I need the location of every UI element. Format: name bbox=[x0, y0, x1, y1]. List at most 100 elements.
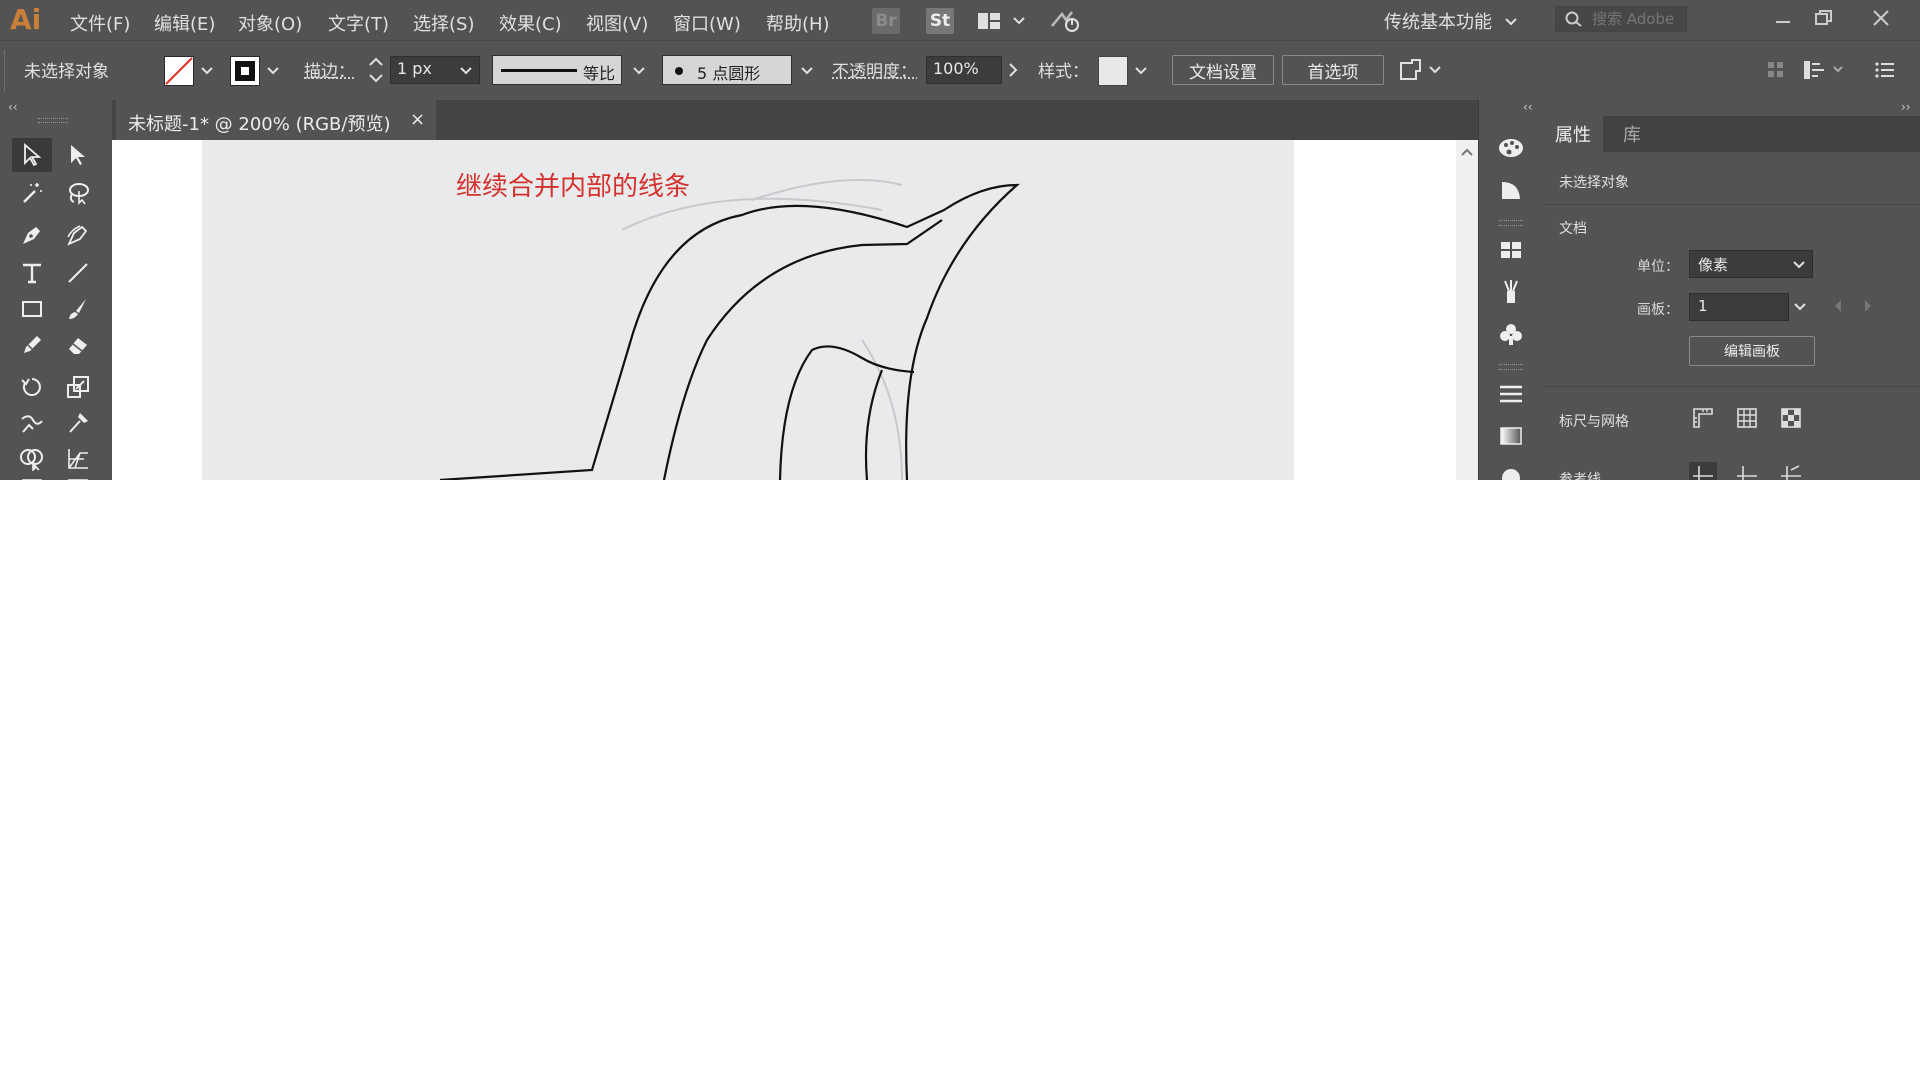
tab-libraries[interactable]: 库 bbox=[1611, 116, 1653, 152]
direct-selection-tool-icon[interactable] bbox=[58, 138, 98, 172]
next-artboard-icon[interactable] bbox=[1861, 298, 1875, 318]
stroke-swatch[interactable] bbox=[230, 56, 260, 86]
chevron-down-icon[interactable] bbox=[200, 63, 214, 82]
artboard-field[interactable]: 1 bbox=[1689, 293, 1789, 321]
stroke-weight-field[interactable]: 1 px bbox=[390, 56, 480, 84]
panel-menu-icon[interactable] bbox=[1874, 60, 1896, 84]
scroll-up-icon[interactable] bbox=[1460, 146, 1474, 158]
document-setup-button[interactable]: 文档设置 bbox=[1172, 55, 1274, 85]
chevron-down-icon[interactable] bbox=[632, 63, 646, 82]
magic-wand-icon[interactable] bbox=[12, 176, 52, 210]
brush-definition[interactable]: 5 点圆形 bbox=[662, 55, 792, 85]
search-box[interactable] bbox=[1555, 6, 1687, 32]
scale-icon[interactable] bbox=[58, 370, 98, 404]
chevron-down-icon bbox=[460, 67, 472, 75]
chevron-right-icon[interactable] bbox=[1006, 61, 1020, 83]
vertical-scrollbar[interactable] bbox=[1456, 140, 1478, 480]
pen-icon[interactable] bbox=[12, 218, 52, 252]
menu-effect[interactable]: 效果(C) bbox=[499, 10, 562, 36]
artboard-canvas[interactable]: 继续合并内部的线条 bbox=[112, 140, 1456, 480]
color-guide-icon[interactable] bbox=[1495, 174, 1527, 206]
document-tab[interactable]: 未标题-1* @ 200% (RGB/预览) × bbox=[116, 100, 436, 140]
panel-grip[interactable] bbox=[38, 118, 68, 123]
opacity-field[interactable]: 100% bbox=[926, 56, 1002, 84]
minimize-button[interactable] bbox=[1768, 6, 1798, 32]
menu-help[interactable]: 帮助(H) bbox=[766, 10, 830, 36]
close-window-button[interactable] bbox=[1866, 6, 1896, 32]
preferences-button[interactable]: 首选项 bbox=[1282, 55, 1384, 85]
smart-guides-icon[interactable] bbox=[1777, 462, 1805, 480]
bridge-icon[interactable]: Br bbox=[872, 8, 900, 34]
recolor-artwork-icon[interactable] bbox=[1398, 57, 1446, 87]
tab-properties[interactable]: 属性 bbox=[1543, 116, 1603, 152]
expand-panel-icon[interactable]: ›› bbox=[1901, 100, 1911, 114]
menu-type[interactable]: 文字(T) bbox=[328, 10, 389, 36]
rulers-icon[interactable] bbox=[1689, 404, 1717, 432]
warp-icon[interactable] bbox=[12, 406, 52, 440]
no-fill-icon bbox=[165, 57, 193, 85]
chevron-down-icon[interactable] bbox=[1504, 13, 1518, 32]
dock-grip[interactable] bbox=[1499, 220, 1523, 226]
rotate-icon[interactable] bbox=[12, 370, 52, 404]
align-icon[interactable] bbox=[1766, 60, 1786, 84]
brushes-icon[interactable] bbox=[1495, 276, 1527, 308]
control-bar-grip[interactable] bbox=[4, 51, 9, 91]
type-tool-icon[interactable] bbox=[12, 256, 52, 290]
selection-tool-icon[interactable] bbox=[12, 138, 52, 172]
show-guides-icon[interactable] bbox=[1689, 462, 1717, 480]
lasso-icon[interactable] bbox=[58, 176, 98, 210]
restore-button[interactable] bbox=[1808, 6, 1838, 32]
stroke-label[interactable]: 描边： bbox=[304, 57, 355, 82]
menu-object[interactable]: 对象(O) bbox=[238, 10, 302, 36]
mesh-tool-icon[interactable] bbox=[12, 472, 52, 480]
chevron-down-icon[interactable] bbox=[266, 63, 280, 82]
menu-window[interactable]: 窗口(W) bbox=[673, 10, 741, 36]
stroke-stepper-icon[interactable] bbox=[366, 54, 386, 90]
menu-select[interactable]: 选择(S) bbox=[413, 10, 474, 36]
arrange-documents-icon[interactable] bbox=[976, 8, 1028, 34]
menu-file[interactable]: 文件(F) bbox=[70, 10, 130, 36]
document-tab-title[interactable]: 未标题-1* @ 200% (RGB/预览) bbox=[128, 110, 391, 136]
collapse-panel-icon[interactable]: ‹‹ bbox=[8, 100, 18, 114]
workspace-switcher[interactable]: 传统基本功能 bbox=[1384, 8, 1492, 34]
gradient-panel-icon[interactable] bbox=[1495, 420, 1527, 452]
gpu-performance-icon[interactable] bbox=[1048, 8, 1084, 34]
opacity-label[interactable]: 不透明度： bbox=[832, 57, 917, 82]
fill-swatch[interactable] bbox=[164, 56, 194, 86]
line-tool-icon[interactable] bbox=[58, 256, 98, 290]
curvature-pen-icon[interactable] bbox=[58, 218, 98, 252]
variable-width-profile[interactable]: 等比 bbox=[492, 55, 622, 85]
gradient-tool-icon[interactable] bbox=[58, 472, 98, 480]
close-tab-icon[interactable]: × bbox=[410, 109, 425, 130]
shape-builder-icon[interactable] bbox=[12, 442, 52, 476]
stock-icon[interactable]: St bbox=[926, 8, 954, 34]
edit-artboards-button[interactable]: 编辑画板 bbox=[1689, 336, 1815, 366]
units-select[interactable]: 像素 bbox=[1689, 250, 1813, 278]
grid-icon[interactable] bbox=[1733, 404, 1761, 432]
swatches-icon[interactable] bbox=[1495, 234, 1527, 266]
stroke-panel-icon[interactable] bbox=[1495, 378, 1527, 410]
chevron-down-icon[interactable] bbox=[1793, 299, 1807, 318]
chevron-down-icon[interactable] bbox=[1134, 63, 1148, 82]
graphic-style-swatch[interactable] bbox=[1098, 56, 1128, 86]
transparency-icon[interactable] bbox=[1495, 458, 1527, 480]
collapse-dock-icon[interactable]: ‹‹ bbox=[1523, 100, 1533, 114]
transparency-grid-icon[interactable] bbox=[1777, 404, 1805, 432]
color-palette-icon[interactable] bbox=[1495, 132, 1527, 164]
dock-grip[interactable] bbox=[1499, 364, 1523, 370]
menu-view[interactable]: 视图(V) bbox=[586, 10, 648, 36]
chevron-down-icon[interactable] bbox=[800, 63, 814, 82]
rectangle-tool-icon[interactable] bbox=[12, 292, 52, 326]
eraser-icon[interactable] bbox=[58, 328, 98, 362]
transform-icon[interactable] bbox=[1802, 58, 1846, 86]
symbols-icon[interactable] bbox=[1495, 318, 1527, 350]
search-input[interactable] bbox=[1590, 8, 1684, 30]
placed-sketch-image[interactable]: 继续合并内部的线条 bbox=[202, 140, 1294, 480]
menu-edit[interactable]: 编辑(E) bbox=[154, 10, 215, 36]
puppet-warp-icon[interactable] bbox=[58, 406, 98, 440]
perspective-grid-icon[interactable] bbox=[58, 442, 98, 476]
previous-artboard-icon[interactable] bbox=[1831, 298, 1845, 318]
lock-guides-icon[interactable] bbox=[1733, 462, 1761, 480]
paintbrush-icon[interactable] bbox=[58, 292, 98, 326]
pencil-icon[interactable] bbox=[12, 328, 52, 362]
